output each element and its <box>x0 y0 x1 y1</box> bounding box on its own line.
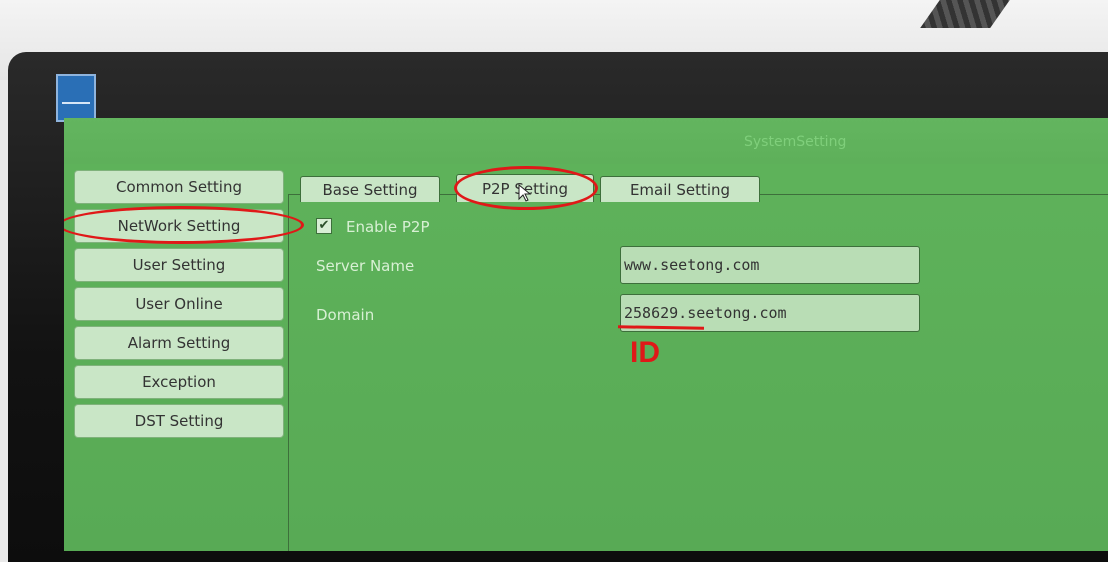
tab-base-setting[interactable]: Base Setting <box>300 176 440 202</box>
sidebar-item-common-setting[interactable]: Common Setting <box>74 170 284 204</box>
mouse-cursor-icon <box>518 184 532 202</box>
title-bar <box>64 118 1108 164</box>
server-name-label: Server Name <box>316 257 415 275</box>
sidebar-item-exception[interactable]: Exception <box>74 365 284 399</box>
sidebar-item-user-setting[interactable]: User Setting <box>74 248 284 282</box>
energy-star-logo <box>56 74 96 122</box>
system-setting-screen: SystemSetting Common Setting NetWork Set… <box>64 118 1108 551</box>
server-name-field[interactable]: www.seetong.com <box>620 246 920 284</box>
window-title: SystemSetting <box>744 134 847 150</box>
sidebar-item-alarm-setting[interactable]: Alarm Setting <box>74 326 284 360</box>
id-annotation-label: ID <box>630 336 660 369</box>
domain-label: Domain <box>316 306 375 324</box>
enable-p2p-checkbox[interactable]: ✔ <box>316 218 332 234</box>
sidebar-item-user-online[interactable]: User Online <box>74 287 284 321</box>
sidebar-item-dst-setting[interactable]: DST Setting <box>74 404 284 438</box>
enable-p2p-label: Enable P2P <box>346 218 430 236</box>
network-setting-highlight <box>64 206 304 244</box>
tab-email-setting[interactable]: Email Setting <box>600 176 760 202</box>
